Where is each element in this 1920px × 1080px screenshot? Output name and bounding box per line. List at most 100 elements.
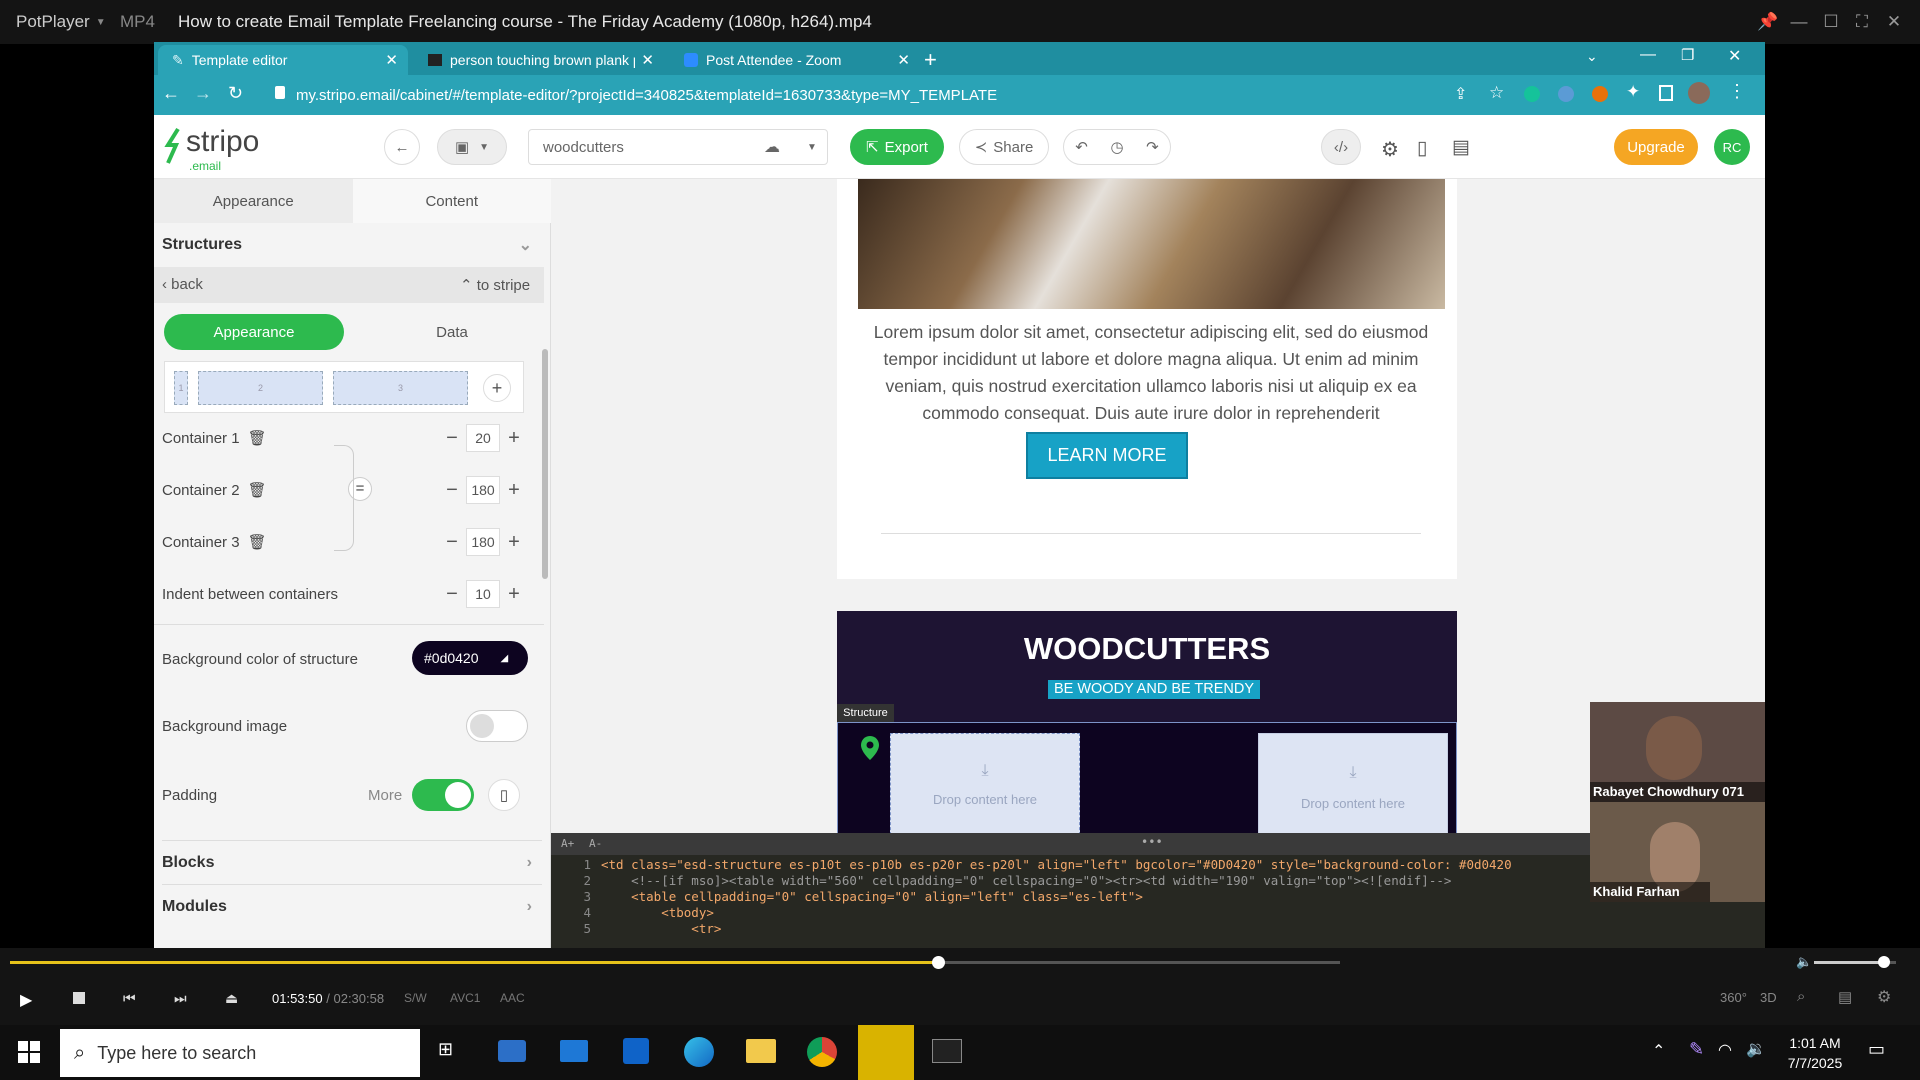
extension-icon[interactable] [1592, 86, 1608, 102]
to-stripe-link[interactable]: ⌃ to stripe [460, 276, 530, 294]
back-icon[interactable]: ← [162, 83, 180, 104]
trash-icon[interactable]: 🗑 [248, 533, 267, 551]
padding-more-toggle[interactable] [412, 779, 474, 811]
back-arrow-button[interactable]: ← [384, 129, 420, 165]
trash-icon[interactable]: 🗑 [248, 481, 267, 499]
banner-tagline[interactable]: BE WOODY AND BE TRENDY [1048, 680, 1260, 699]
back-link[interactable]: ‹ back [162, 276, 203, 293]
banner-title[interactable]: WOODCUTTERS [837, 631, 1457, 667]
minus-icon[interactable]: − [438, 528, 466, 556]
cloud-upload-icon[interactable]: ☁ [764, 137, 780, 157]
column-3[interactable]: 3 [333, 371, 468, 405]
notifications-icon[interactable]: ▭ [1868, 1039, 1885, 1060]
seek-bar[interactable] [10, 956, 1340, 969]
close-tab-icon[interactable]: ✕ [385, 51, 398, 69]
windows-start-icon[interactable] [18, 1041, 40, 1063]
close-tab-icon[interactable]: ✕ [641, 51, 654, 69]
window-close-icon[interactable]: ✕ [1728, 46, 1741, 66]
extension-icon[interactable] [1558, 86, 1574, 102]
drop-zone-1[interactable]: ⤓ Drop content here [890, 733, 1080, 833]
minus-icon[interactable]: − [438, 580, 466, 608]
bg-color-picker[interactable]: #0d0420 ◢ [412, 641, 528, 675]
tab-search-icon[interactable]: ⌄ [1586, 48, 1598, 65]
clipboard-icon[interactable]: ▤ [1452, 136, 1470, 159]
minus-icon[interactable]: − [438, 424, 466, 452]
lock-icon[interactable] [275, 86, 285, 99]
side-panel-icon[interactable] [1659, 85, 1673, 101]
trash-icon[interactable]: 🗑 [248, 429, 267, 447]
tab-person-touching[interactable]: person touching brown plank ph ✕ [414, 45, 664, 75]
file-explorer-icon[interactable] [746, 1039, 776, 1063]
new-tab-icon[interactable]: + [924, 47, 937, 73]
container-3-stepper[interactable]: −180 + [438, 528, 528, 556]
export-button[interactable]: ⇱ Export [850, 129, 944, 165]
participant-video-1[interactable]: Rabayet Chowdhury 071 [1590, 702, 1765, 802]
bg-image-toggle[interactable] [466, 710, 528, 742]
play-icon[interactable]: ▶ [20, 990, 32, 1010]
template-name-input[interactable]: woodcutters ☁ ▼ [528, 129, 828, 165]
close-icon[interactable]: ✕ [1878, 0, 1910, 44]
playlist-icon[interactable]: ▤ [1838, 988, 1852, 1006]
container-2-stepper[interactable]: −180 + [438, 476, 528, 504]
font-increase-button[interactable]: A+ [561, 837, 574, 850]
potplayer-taskbar-icon[interactable] [858, 1025, 914, 1080]
minimize-icon[interactable]: — [1783, 0, 1815, 44]
tab-content[interactable]: Content [352, 179, 551, 223]
vr-360-button[interactable]: 360° [1720, 990, 1747, 1005]
modules-section[interactable]: Modules › [162, 884, 542, 928]
plus-icon[interactable]: + [500, 424, 528, 452]
drag-handle-icon[interactable]: ••• [1141, 835, 1163, 849]
font-decrease-button[interactable]: A- [589, 837, 602, 850]
url-field[interactable]: my.stripo.email/cabinet/#/template-edito… [296, 79, 1496, 111]
code-editor-button[interactable]: ‹/› [1321, 129, 1361, 165]
panel-scrollbar[interactable] [542, 349, 548, 579]
mobile-icon[interactable]: ▯ [488, 779, 520, 811]
stepper-value[interactable]: 180 [466, 476, 500, 504]
puzzle-icon[interactable]: ✦ [1626, 82, 1640, 102]
window-minimize-icon[interactable]: — [1640, 46, 1656, 64]
settings-gear-icon[interactable]: ⚙ [1381, 137, 1399, 162]
plus-icon[interactable]: + [500, 476, 528, 504]
chrome-icon[interactable] [807, 1037, 837, 1067]
tab-template-editor[interactable]: ✎ Template editor ✕ [158, 45, 408, 75]
app-icon-notes[interactable] [498, 1040, 526, 1062]
plus-icon[interactable]: + [500, 528, 528, 556]
forward-icon[interactable]: → [194, 83, 212, 104]
edge-icon[interactable] [684, 1037, 714, 1067]
maximize-icon[interactable]: ☐ [1815, 0, 1847, 44]
stepper-value[interactable]: 20 [466, 424, 500, 452]
subtab-data[interactable]: Data [372, 314, 532, 350]
bookmark-star-icon[interactable]: ☆ [1489, 83, 1504, 103]
pen-icon[interactable]: ✎ [1689, 1039, 1704, 1060]
participant-video-2[interactable]: Khalid Farhan [1590, 802, 1765, 902]
tab-zoom[interactable]: Post Attendee - Zoom ✕ [670, 45, 920, 75]
clock[interactable]: 1:01 AM 7/7/2025 [1775, 1033, 1855, 1073]
redo-icon[interactable]: ↷ [1146, 138, 1159, 156]
volume-icon[interactable]: 🔈 [1796, 954, 1812, 970]
tray-chevron-icon[interactable]: ⌃ [1652, 1041, 1665, 1061]
volume-knob[interactable] [1877, 956, 1890, 968]
stepper-value[interactable]: 180 [466, 528, 500, 556]
structure-block[interactable]: ⤓ Drop content here ⤓ Drop content here [837, 722, 1457, 833]
column-2[interactable]: 2 [198, 371, 323, 405]
reload-icon[interactable]: ↻ [228, 83, 243, 104]
chrome-menu-icon[interactable]: ⋮ [1728, 81, 1746, 102]
undo-icon[interactable]: ↶ [1075, 138, 1088, 156]
subtab-appearance[interactable]: Appearance [164, 314, 344, 350]
3d-button[interactable]: 3D [1760, 990, 1777, 1005]
volume-bar[interactable] [1814, 956, 1896, 968]
share-page-icon[interactable]: ⇪ [1454, 84, 1467, 104]
grammarly-extension-icon[interactable] [1524, 86, 1540, 102]
indent-stepper[interactable]: −10 + [438, 580, 528, 608]
container-1-stepper[interactable]: −20 + [438, 424, 528, 452]
video-codec-tag[interactable]: AVC1 [450, 991, 480, 1005]
settings-icon[interactable]: ⚙ [1877, 987, 1891, 1007]
woodworking-image[interactable] [858, 179, 1445, 309]
user-avatar[interactable]: RC [1714, 129, 1750, 165]
task-view-icon[interactable]: ⊞ [438, 1039, 453, 1060]
chevron-down-icon[interactable]: ▼ [807, 142, 817, 153]
speaker-icon[interactable]: 🔉 [1746, 1039, 1766, 1059]
playlist-search-icon[interactable]: ⌕ [1797, 988, 1805, 1005]
layout-toggle-button[interactable]: ▣ ▼ [437, 129, 507, 165]
drop-zone-2[interactable]: ⤓ Drop content here [1258, 733, 1448, 833]
